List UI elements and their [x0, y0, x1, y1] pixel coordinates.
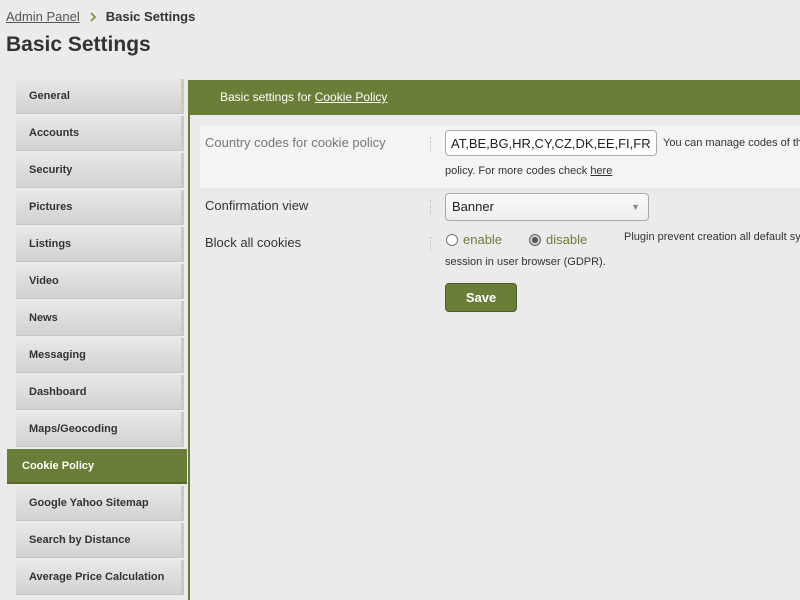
radio-checked-icon [529, 233, 541, 246]
country-codes-hint-more: policy. For more codes check here [445, 165, 612, 177]
radio-unchecked-icon [446, 233, 458, 246]
sidebar-item-cookie-policy[interactable]: Cookie Policy [7, 449, 187, 484]
sidebar-item-accounts[interactable]: Accounts [16, 116, 184, 151]
breadcrumb-admin-panel-link[interactable]: Admin Panel [6, 9, 80, 24]
sidebar-item-google-yahoo-sitemap[interactable]: Google Yahoo Sitemap [16, 486, 184, 521]
settings-panel: Basic settings for Cookie Policy Country… [188, 80, 800, 600]
block-cookies-hint: Plugin prevent creation all default sy [624, 231, 800, 243]
sidebar-item-average-price-calculation[interactable]: Average Price Calculation [16, 560, 184, 595]
breadcrumb: Admin Panel Basic Settings [6, 9, 195, 24]
block-cookies-enable-radio[interactable]: enable [446, 232, 502, 247]
chevron-right-icon [89, 11, 97, 22]
confirmation-view-value: Banner [452, 199, 494, 214]
sidebar-item-news[interactable]: News [16, 301, 184, 336]
sidebar-item-security[interactable]: Security [16, 153, 184, 188]
field-divider [430, 200, 431, 214]
confirmation-view-select[interactable]: Banner ▼ [445, 193, 649, 221]
sidebar-item-dashboard[interactable]: Dashboard [16, 375, 184, 410]
settings-sidebar: General Accounts Security Pictures Listi… [0, 79, 188, 600]
sidebar-item-pictures[interactable]: Pictures [16, 190, 184, 225]
block-cookies-disable-radio[interactable]: disable [529, 232, 587, 247]
sidebar-item-listings[interactable]: Listings [16, 227, 184, 262]
disable-label: disable [546, 232, 588, 247]
country-codes-label: Country codes for cookie policy [205, 135, 386, 150]
caret-down-icon: ▼ [631, 202, 640, 212]
panel-header-text: Basic settings for [220, 90, 312, 104]
field-divider [430, 137, 431, 151]
sidebar-item-search-by-distance[interactable]: Search by Distance [16, 523, 184, 558]
page-title: Basic Settings [6, 33, 151, 56]
panel-header: Basic settings for Cookie Policy [190, 80, 800, 115]
country-codes-input[interactable] [445, 130, 657, 156]
sidebar-item-maps-geocoding[interactable]: Maps/Geocoding [16, 412, 184, 447]
field-divider [430, 237, 431, 251]
more-codes-link[interactable]: here [590, 165, 612, 177]
sidebar-item-messaging[interactable]: Messaging [16, 338, 184, 373]
country-codes-hint: You can manage codes of th [663, 137, 800, 149]
block-cookies-label: Block all cookies [205, 235, 302, 250]
block-cookies-hint-more: session in user browser (GDPR). [445, 256, 606, 268]
sidebar-item-general[interactable]: General [16, 79, 184, 114]
country-codes-hint-text: policy. For more codes check [445, 165, 588, 177]
sidebar-item-video[interactable]: Video [16, 264, 184, 299]
enable-label: enable [463, 232, 503, 247]
cookie-policy-link[interactable]: Cookie Policy [315, 90, 388, 104]
save-button[interactable]: Save [445, 283, 517, 312]
confirmation-view-label: Confirmation view [205, 198, 309, 213]
breadcrumb-current: Basic Settings [105, 9, 196, 24]
